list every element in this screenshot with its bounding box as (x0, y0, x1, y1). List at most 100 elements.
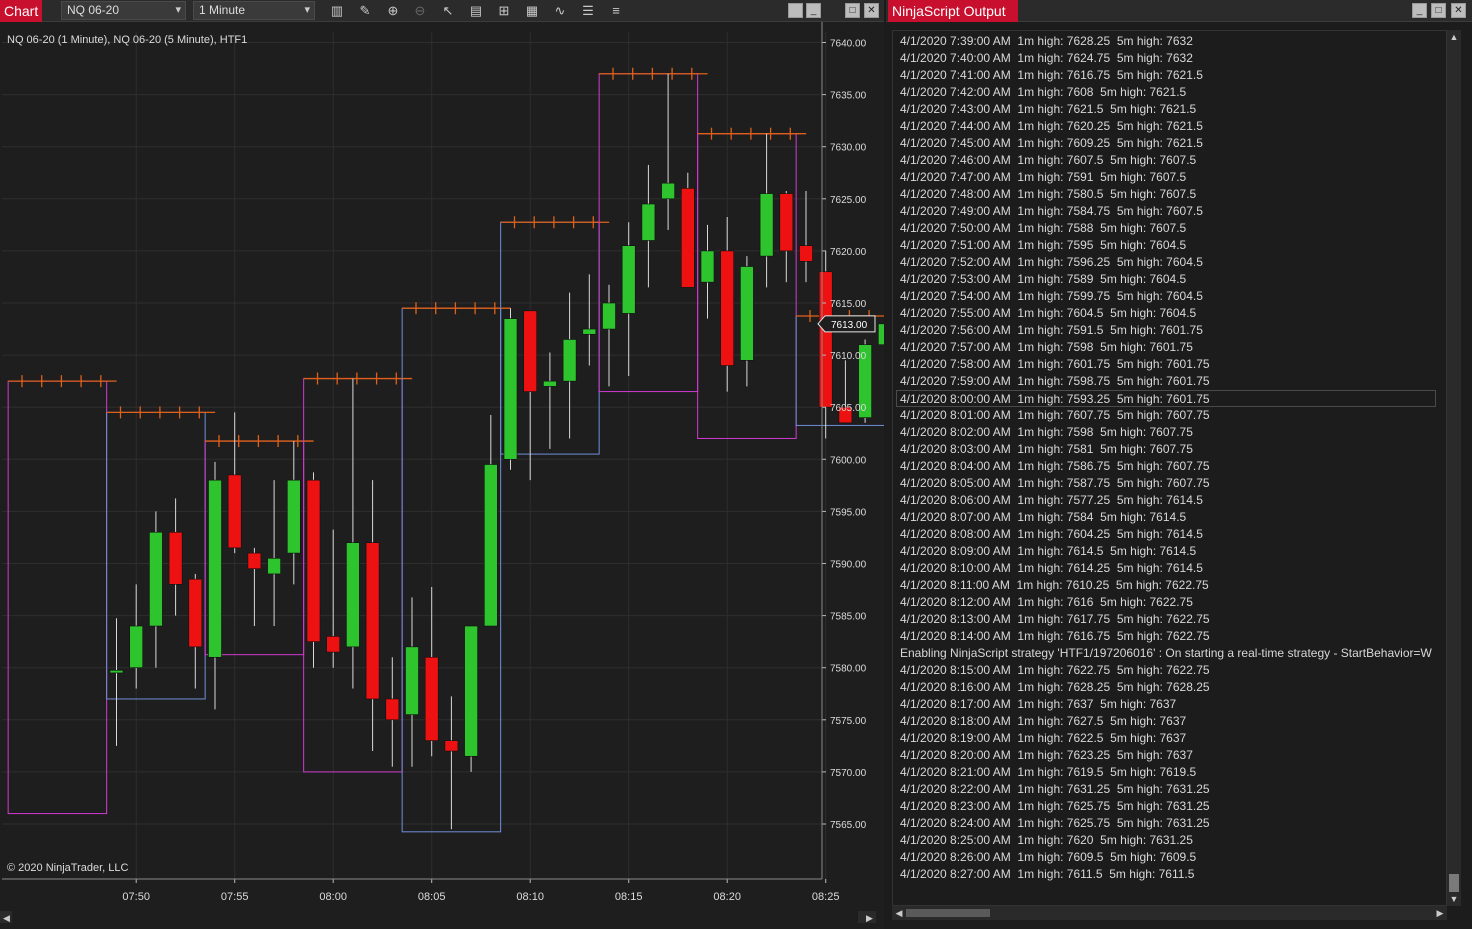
y-tick-label: 7640.00 (830, 39, 867, 50)
scroll-left-icon[interactable]: ◀ (892, 906, 906, 920)
log-line: 4/1/2020 8:27:00 AM 1m high: 7611.5 5m h… (900, 867, 1195, 881)
candle-body (661, 182, 675, 200)
log-line: 4/1/2020 8:06:00 AM 1m high: 7577.25 5m … (900, 493, 1203, 507)
x-tick-label: 08:25 (812, 891, 840, 903)
log-line: 4/1/2020 8:19:00 AM 1m high: 7622.5 5m h… (900, 731, 1187, 745)
log-line: 4/1/2020 8:01:00 AM 1m high: 7607.75 5m … (900, 408, 1210, 422)
y-tick-label: 7575.00 (830, 716, 867, 727)
log-line: 4/1/2020 8:10:00 AM 1m high: 7614.25 5m … (900, 561, 1203, 575)
log-line: 4/1/2020 8:03:00 AM 1m high: 7581 5m hig… (900, 442, 1193, 456)
y-tick-label: 7630.00 (830, 143, 867, 154)
close-icon[interactable]: ✕ (1451, 3, 1466, 18)
scroll-up-icon[interactable]: ▲ (1447, 30, 1461, 44)
candle-body (818, 271, 833, 408)
chart-area[interactable]: 7640.00 7635.00 7630.00 7625.00 7620.00 7615.… (0, 22, 884, 929)
candle-body (365, 542, 380, 700)
candle-body (759, 193, 774, 257)
attach-icon[interactable]: ☰ (579, 2, 597, 20)
output-log[interactable]: 4/1/2020 7:39:00 AM 1m high: 7628.25 5m … (892, 30, 1447, 906)
output-window: NinjaScript Output _ □ ✕ 4/1/2020 7:39:0… (886, 0, 1472, 929)
candle-body (286, 479, 301, 554)
log-line: 4/1/2020 8:11:00 AM 1m high: 7610.25 5m … (900, 578, 1209, 592)
zoom-in-icon[interactable]: ⊕ (384, 2, 402, 20)
chart-series-label: NQ 06-20 (1 Minute), NQ 06-20 (5 Minute)… (7, 34, 247, 46)
y-tick-label: 7625.00 (830, 195, 867, 206)
scroll-down-icon[interactable]: ▼ (1447, 892, 1461, 906)
candle-body (188, 578, 203, 648)
log-line: 4/1/2020 7:52:00 AM 1m high: 7596.25 5m … (900, 255, 1203, 269)
minimize-icon[interactable]: _ (806, 3, 821, 18)
chart-window: Chart NQ 06-20 ▾ 1 Minute ▾ ▥ ✎ ⊕ ⊖ ↖ ▤ … (0, 0, 884, 929)
log-line: 4/1/2020 8:05:00 AM 1m high: 7587.75 5m … (900, 476, 1210, 490)
log-line: 4/1/2020 7:45:00 AM 1m high: 7609.25 5m … (900, 136, 1203, 150)
x-tick-label: 07:50 (122, 891, 150, 903)
log-line: 4/1/2020 8:00:00 AM 1m high: 7593.25 5m … (896, 390, 1436, 407)
candle-body (208, 479, 222, 658)
y-tick-label: 7615.00 (830, 299, 867, 310)
zoom-out-icon[interactable]: ⊖ (411, 2, 429, 20)
log-line: 4/1/2020 8:22:00 AM 1m high: 7631.25 5m … (900, 782, 1210, 796)
output-header: NinjaScript Output _ □ ✕ (886, 0, 1472, 22)
instrument-value: NQ 06-20 (67, 3, 120, 17)
candle-body (562, 339, 577, 382)
candle-body (641, 203, 656, 241)
candle-body (385, 698, 400, 721)
y-tick-label: 7595.00 (830, 507, 867, 518)
candle-body (168, 531, 183, 585)
minimize-icon[interactable]: _ (1412, 3, 1427, 18)
scroll-thumb[interactable] (1449, 874, 1459, 892)
log-line: 4/1/2020 8:23:00 AM 1m high: 7625.75 5m … (900, 799, 1210, 813)
chart-menu-icon[interactable]: ≡ (607, 2, 625, 20)
y-tick-label: 7570.00 (830, 768, 867, 779)
candle-body (405, 646, 419, 715)
instrument-select[interactable]: NQ 06-20 ▾ (61, 1, 186, 20)
interval-select[interactable]: 1 Minute ▾ (193, 1, 315, 20)
bar-type-icon[interactable]: ▥ (328, 2, 346, 20)
log-line: 4/1/2020 8:07:00 AM 1m high: 7584 5m hig… (900, 510, 1187, 524)
maximize-icon[interactable]: □ (845, 3, 860, 18)
horizontal-scrollbar[interactable]: ◀ ▶ (892, 906, 1447, 920)
drawing-tool-icon[interactable]: ✎ (356, 2, 374, 20)
candle-body (149, 531, 163, 627)
price-chart[interactable]: 7640.00 7635.00 7630.00 7625.00 7620.00 7615.… (0, 22, 884, 929)
candle-body (444, 740, 459, 752)
restore-icon[interactable] (788, 3, 803, 18)
y-tick-label: 7610.00 (830, 351, 867, 362)
log-line: 4/1/2020 8:26:00 AM 1m high: 7609.5 5m h… (900, 850, 1197, 864)
log-line: 4/1/2020 8:13:00 AM 1m high: 7617.75 5m … (900, 612, 1210, 626)
y-tick-label: 7605.00 (830, 403, 867, 414)
interval-value: 1 Minute (199, 3, 246, 17)
log-line: 4/1/2020 8:16:00 AM 1m high: 7628.25 5m … (900, 680, 1210, 694)
y-tick-label: 7585.00 (830, 612, 867, 623)
log-line: 4/1/2020 8:12:00 AM 1m high: 7616 5m hig… (900, 595, 1193, 609)
log-line: 4/1/2020 8:09:00 AM 1m high: 7614.5 5m h… (900, 544, 1197, 558)
log-line: 4/1/2020 7:42:00 AM 1m high: 7608 5m hig… (900, 85, 1187, 99)
log-line: 4/1/2020 8:17:00 AM 1m high: 7637 5m hig… (900, 697, 1177, 711)
pointer-icon[interactable]: ↖ (439, 2, 457, 20)
x-tick-label: 08:20 (713, 891, 741, 903)
candle-body (779, 193, 794, 252)
vertical-scrollbar[interactable]: ▲ ▼ (1447, 30, 1461, 906)
templates-icon[interactable]: ⊞ (495, 2, 513, 20)
candle-body (424, 656, 439, 741)
chevron-down-icon: ▾ (304, 4, 310, 16)
log-line: 4/1/2020 7:58:00 AM 1m high: 7601.75 5m … (900, 357, 1210, 371)
scroll-right-icon[interactable]: ▶ (1433, 906, 1447, 920)
log-line: 4/1/2020 7:54:00 AM 1m high: 7599.75 5m … (900, 289, 1203, 303)
strategies-icon[interactable]: ∿ (551, 2, 569, 20)
candle-body (621, 245, 636, 314)
y-tick-label: 7565.00 (830, 820, 867, 831)
candle-body (740, 266, 754, 361)
close-icon[interactable]: ✕ (864, 3, 879, 18)
scroll-thumb[interactable] (906, 909, 990, 917)
candle-body (700, 250, 715, 283)
candle-body (582, 328, 597, 335)
indicators-icon[interactable]: ▦ (523, 2, 541, 20)
candle-body (602, 302, 616, 330)
properties-icon[interactable]: ▤ (467, 2, 485, 20)
maximize-icon[interactable]: □ (1431, 3, 1446, 18)
log-line: 4/1/2020 7:55:00 AM 1m high: 7604.5 5m h… (900, 306, 1197, 320)
candle-body (523, 310, 538, 392)
chevron-down-icon: ▾ (175, 4, 181, 16)
log-line: 4/1/2020 7:49:00 AM 1m high: 7584.75 5m … (900, 204, 1203, 218)
